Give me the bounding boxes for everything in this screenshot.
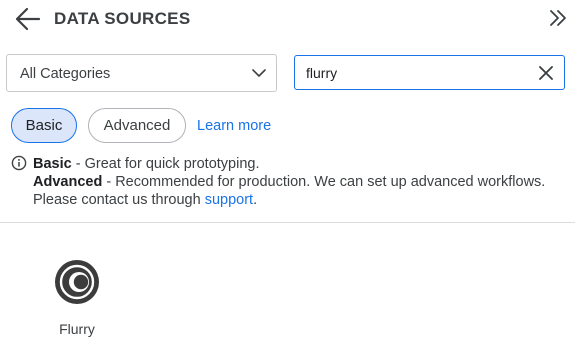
basic-term: Basic [33,156,72,172]
chevrons-right-icon [550,10,566,26]
chevron-down-icon [252,69,266,77]
support-link[interactable]: support [205,192,253,208]
description-suffix: . [253,192,258,208]
divider [0,222,575,223]
mode-description: Basic - Great for quick prototyping. Adv… [33,155,563,209]
arrow-left-icon [15,7,41,31]
close-icon [539,66,553,80]
learn-more-link[interactable]: Learn more [197,118,271,134]
mode-chip-advanced[interactable]: Advanced [88,108,186,143]
category-selected-value: All Categories [20,66,111,82]
data-source-tile-flurry[interactable]: Flurry [38,250,116,346]
page-title: DATA SOURCES [54,9,191,28]
data-sources-panel: DATA SOURCES All Categories Basic Advanc… [0,0,575,358]
back-button[interactable] [14,6,42,32]
advanced-term: Advanced [33,174,103,190]
clear-search-button[interactable] [538,65,554,81]
search-input[interactable] [306,64,526,82]
flurry-logo-icon [55,260,99,304]
basic-description: - Great for quick prototyping. [71,156,260,172]
data-source-name: Flurry [59,321,95,337]
info-icon [11,155,27,171]
category-dropdown[interactable]: All Categories [6,54,277,92]
panel-header: DATA SOURCES [0,0,575,40]
search-field [294,55,565,90]
advanced-description: - Recommended for production. We can set… [33,174,546,208]
mode-chip-basic[interactable]: Basic [11,108,77,143]
collapse-panel-button[interactable] [548,7,568,29]
